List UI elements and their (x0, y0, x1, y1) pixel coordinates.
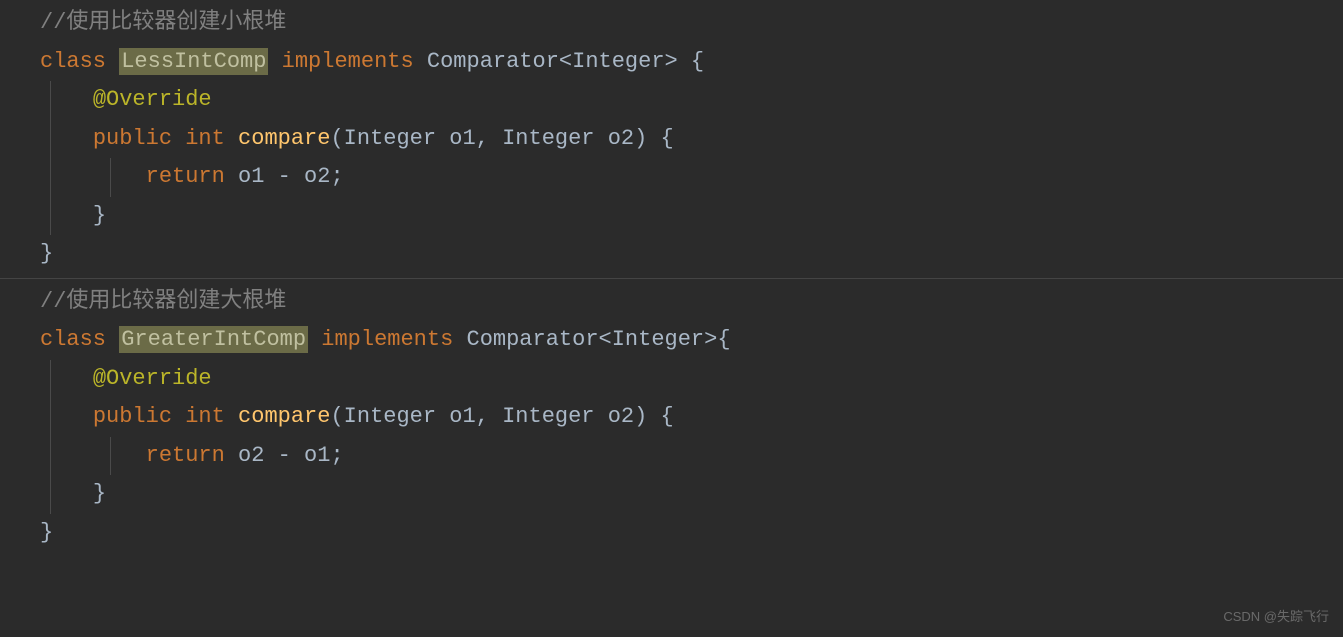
close-brace: } (93, 203, 106, 228)
class-name: LessIntComp (119, 48, 268, 75)
keyword-public: public (93, 126, 185, 151)
keyword-return: return (146, 164, 238, 189)
comment-line[interactable]: //使用比较器创建大根堆 (0, 283, 1343, 322)
comment-line[interactable]: //使用比较器创建小根堆 (0, 4, 1343, 43)
keyword-public: public (93, 404, 185, 429)
annotation-line[interactable]: @Override (0, 81, 1343, 120)
class-declaration-line[interactable]: class LessIntComp implements Comparator<… (0, 43, 1343, 82)
close-brace-inner-line[interactable]: } (0, 197, 1343, 236)
watermark: CSDN @失踪飞行 (1223, 606, 1329, 629)
annotation-line[interactable]: @Override (0, 360, 1343, 399)
close-brace: } (40, 520, 53, 545)
close-brace: } (93, 481, 106, 506)
comment-text: //使用比较器创建小根堆 (40, 10, 286, 35)
method-declaration-line[interactable]: public int compare(Integer o1, Integer o… (0, 398, 1343, 437)
method-params: (Integer o1, Integer o2) { (330, 126, 673, 151)
method-name: compare (238, 126, 330, 151)
keyword-implements: implements (308, 327, 466, 352)
annotation-override: @Override (93, 87, 212, 112)
class-declaration-line[interactable]: class GreaterIntComp implements Comparat… (0, 321, 1343, 360)
keyword-class: class (40, 49, 119, 74)
interface-name: Comparator<Integer>{ (467, 327, 731, 352)
keyword-class: class (40, 327, 119, 352)
close-brace-outer-line[interactable]: } (0, 235, 1343, 274)
keyword-int: int (185, 404, 238, 429)
close-brace: } (40, 241, 53, 266)
method-declaration-line[interactable]: public int compare(Integer o1, Integer o… (0, 120, 1343, 159)
return-line[interactable]: return o2 - o1; (0, 437, 1343, 476)
close-brace-inner-line[interactable]: } (0, 475, 1343, 514)
class-name: GreaterIntComp (119, 326, 308, 353)
method-name: compare (238, 404, 330, 429)
code-block-1[interactable]: //使用比较器创建小根堆 class LessIntComp implement… (0, 0, 1343, 279)
comment-text: //使用比较器创建大根堆 (40, 289, 286, 314)
interface-name: Comparator<Integer> { (427, 49, 704, 74)
close-brace-outer-line[interactable]: } (0, 514, 1343, 553)
code-block-2[interactable]: //使用比较器创建大根堆 class GreaterIntComp implem… (0, 279, 1343, 557)
keyword-int: int (185, 126, 238, 151)
method-params: (Integer o1, Integer o2) { (330, 404, 673, 429)
return-line[interactable]: return o1 - o2; (0, 158, 1343, 197)
return-expression: o2 - o1; (238, 443, 344, 468)
return-expression: o1 - o2; (238, 164, 344, 189)
keyword-implements: implements (268, 49, 426, 74)
keyword-return: return (146, 443, 238, 468)
annotation-override: @Override (93, 366, 212, 391)
